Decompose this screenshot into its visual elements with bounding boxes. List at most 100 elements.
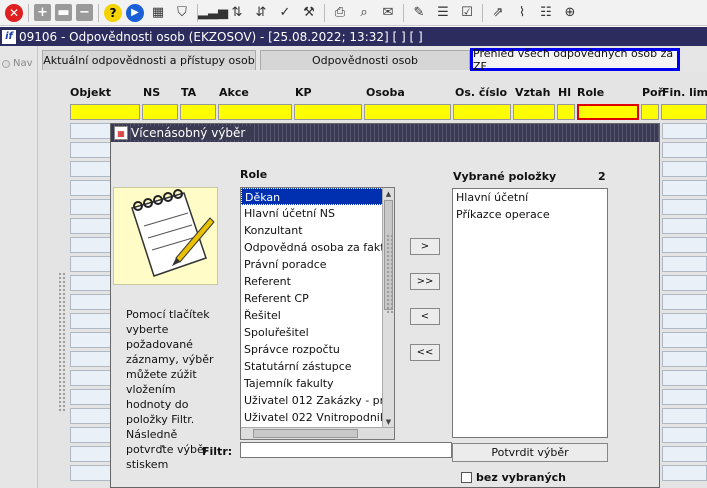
list-item[interactable]: Konzultant (241, 222, 394, 239)
confirm-selection-button[interactable]: Potvrdit výběr (452, 443, 608, 462)
filter-cell-ta[interactable] (180, 104, 216, 120)
filter-cell-kp[interactable] (294, 104, 362, 120)
attach-icon[interactable]: ⌇ (512, 3, 532, 23)
table-row[interactable] (662, 142, 707, 158)
column-header-ns[interactable]: NS (143, 86, 160, 99)
table-row[interactable] (662, 123, 707, 139)
list-icon[interactable]: ☰ (433, 3, 453, 23)
role-listbox[interactable]: Děkan Hlavní účetní NS Konzultant Odpově… (240, 187, 395, 440)
without-selected-checkbox[interactable] (461, 472, 472, 483)
table-row[interactable] (662, 389, 707, 405)
table-row[interactable] (662, 275, 707, 291)
list-item[interactable]: Správce rozpočtu (241, 341, 394, 358)
column-header-kp[interactable]: KP (295, 86, 312, 99)
list-item[interactable]: Referent CP (241, 290, 394, 307)
list-item[interactable]: Hlavní účetní NS (241, 205, 394, 222)
column-header-objekt[interactable]: Objekt (70, 86, 111, 99)
print-preview-icon[interactable]: ⌕ (354, 3, 374, 23)
check-icon[interactable]: ✓ (275, 3, 295, 23)
column-header-hl[interactable]: Hl (558, 86, 571, 99)
tab-odpovednosti-osob[interactable]: Odpovědnosti osob (260, 50, 470, 70)
list-item[interactable]: Děkan (241, 188, 394, 205)
tab-aktualni-odpovednosti[interactable]: Aktuální odpovědnosti a přístupy osob (42, 50, 256, 70)
filter-icon[interactable]: ⛉ (172, 3, 192, 23)
mail-icon[interactable]: ✉ (378, 3, 398, 23)
sort-desc-icon[interactable]: ⇵ (251, 3, 271, 23)
scroll-thumb[interactable] (253, 429, 358, 438)
table-row[interactable] (662, 465, 707, 481)
filter-cell-os-cislo[interactable] (453, 104, 511, 120)
list-item[interactable]: Právní poradce (241, 256, 394, 273)
table-row[interactable] (662, 332, 707, 348)
sort-asc-icon[interactable]: ⇅ (227, 3, 247, 23)
minus-icon[interactable]: − (76, 4, 93, 21)
edit-icon[interactable]: ✎ (409, 3, 429, 23)
grid-resize-handle[interactable] (58, 272, 66, 412)
scroll-down-icon[interactable]: ▼ (383, 416, 394, 427)
tab-prehled-odpovednych-osob[interactable]: Přehled všech odpovědných osob za ZF (470, 47, 680, 73)
table-row[interactable] (662, 427, 707, 443)
table-row[interactable] (662, 351, 707, 367)
wrench-icon[interactable]: ⚒ (299, 3, 319, 23)
table-row[interactable] (662, 218, 707, 234)
filter-cell-akce[interactable] (218, 104, 292, 120)
list-item[interactable]: Hlavní účetní (453, 189, 607, 206)
table-row[interactable] (662, 161, 707, 177)
nav-toggle[interactable]: Nav (2, 58, 33, 69)
filter-cell-por[interactable] (641, 104, 659, 120)
filter-cell-vztah[interactable] (513, 104, 555, 120)
list-item[interactable]: Tajemník fakulty (241, 375, 394, 392)
add-selected-button[interactable]: > (410, 238, 440, 255)
resize-handle[interactable] (386, 234, 394, 314)
calendar-icon[interactable]: ▦ (148, 3, 168, 23)
table-row[interactable] (662, 370, 707, 386)
table-row[interactable] (662, 237, 707, 253)
radio-icon[interactable] (2, 59, 10, 68)
table-row[interactable] (662, 408, 707, 424)
play-icon[interactable]: ▶ (126, 3, 144, 22)
role-list-hscrollbar[interactable] (241, 427, 394, 439)
table-row[interactable] (662, 180, 707, 196)
export-icon[interactable]: ⇗ (488, 3, 508, 23)
globe-icon[interactable]: ⊕ (560, 3, 580, 23)
column-header-fin-limit[interactable]: Fin. limit (662, 86, 707, 99)
add-all-button[interactable]: >> (410, 273, 440, 290)
delete-icon[interactable]: ▬ (55, 4, 72, 21)
list-item[interactable]: Příkazce operace (453, 206, 607, 223)
list-item[interactable]: Spoluřešitel (241, 324, 394, 341)
filter-cell-ns[interactable] (142, 104, 178, 120)
bar-chart-icon[interactable]: ▂▃▅ (198, 3, 228, 23)
table-row[interactable] (662, 313, 707, 329)
column-header-akce[interactable]: Akce (219, 86, 249, 99)
table-row[interactable] (662, 294, 707, 310)
list-item[interactable]: Statutární zástupce (241, 358, 394, 375)
scroll-up-icon[interactable]: ▲ (383, 188, 394, 199)
table-row[interactable] (662, 256, 707, 272)
column-header-os-cislo[interactable]: Os. číslo (455, 86, 507, 99)
close-icon[interactable]: ✕ (5, 3, 23, 22)
column-header-vztah[interactable]: Vztah (515, 86, 550, 99)
column-header-osoba[interactable]: Osoba (366, 86, 405, 99)
selected-listbox[interactable]: Hlavní účetní Příkazce operace (452, 188, 608, 438)
columns-icon[interactable]: ☷ (536, 3, 556, 23)
filter-cell-fin-limit[interactable] (661, 104, 707, 120)
filter-cell-role[interactable] (577, 104, 639, 120)
list-item[interactable]: Odpovědná osoba za fakturu (241, 239, 394, 256)
list-item[interactable]: Referent (241, 273, 394, 290)
remove-selected-button[interactable]: < (410, 308, 440, 325)
print-icon[interactable]: ⎙ (330, 3, 350, 23)
column-header-role[interactable]: Role (577, 86, 604, 99)
table-row[interactable] (662, 199, 707, 215)
table-row[interactable] (662, 446, 707, 462)
dialog-titlebar[interactable]: ▦ Vícenásobný výběr (111, 124, 659, 142)
column-header-ta[interactable]: TA (181, 86, 196, 99)
checklist-icon[interactable]: ☑ (457, 3, 477, 23)
list-item[interactable]: Uživatel 012 Zakázky - proje (241, 392, 394, 409)
help-icon[interactable]: ? (104, 3, 122, 22)
list-item[interactable]: Řešitel (241, 307, 394, 324)
filter-cell-osoba[interactable] (364, 104, 451, 120)
filter-input[interactable] (240, 442, 452, 458)
filter-cell-objekt[interactable] (70, 104, 140, 120)
filter-cell-hl[interactable] (557, 104, 575, 120)
add-icon[interactable]: + (34, 4, 51, 21)
